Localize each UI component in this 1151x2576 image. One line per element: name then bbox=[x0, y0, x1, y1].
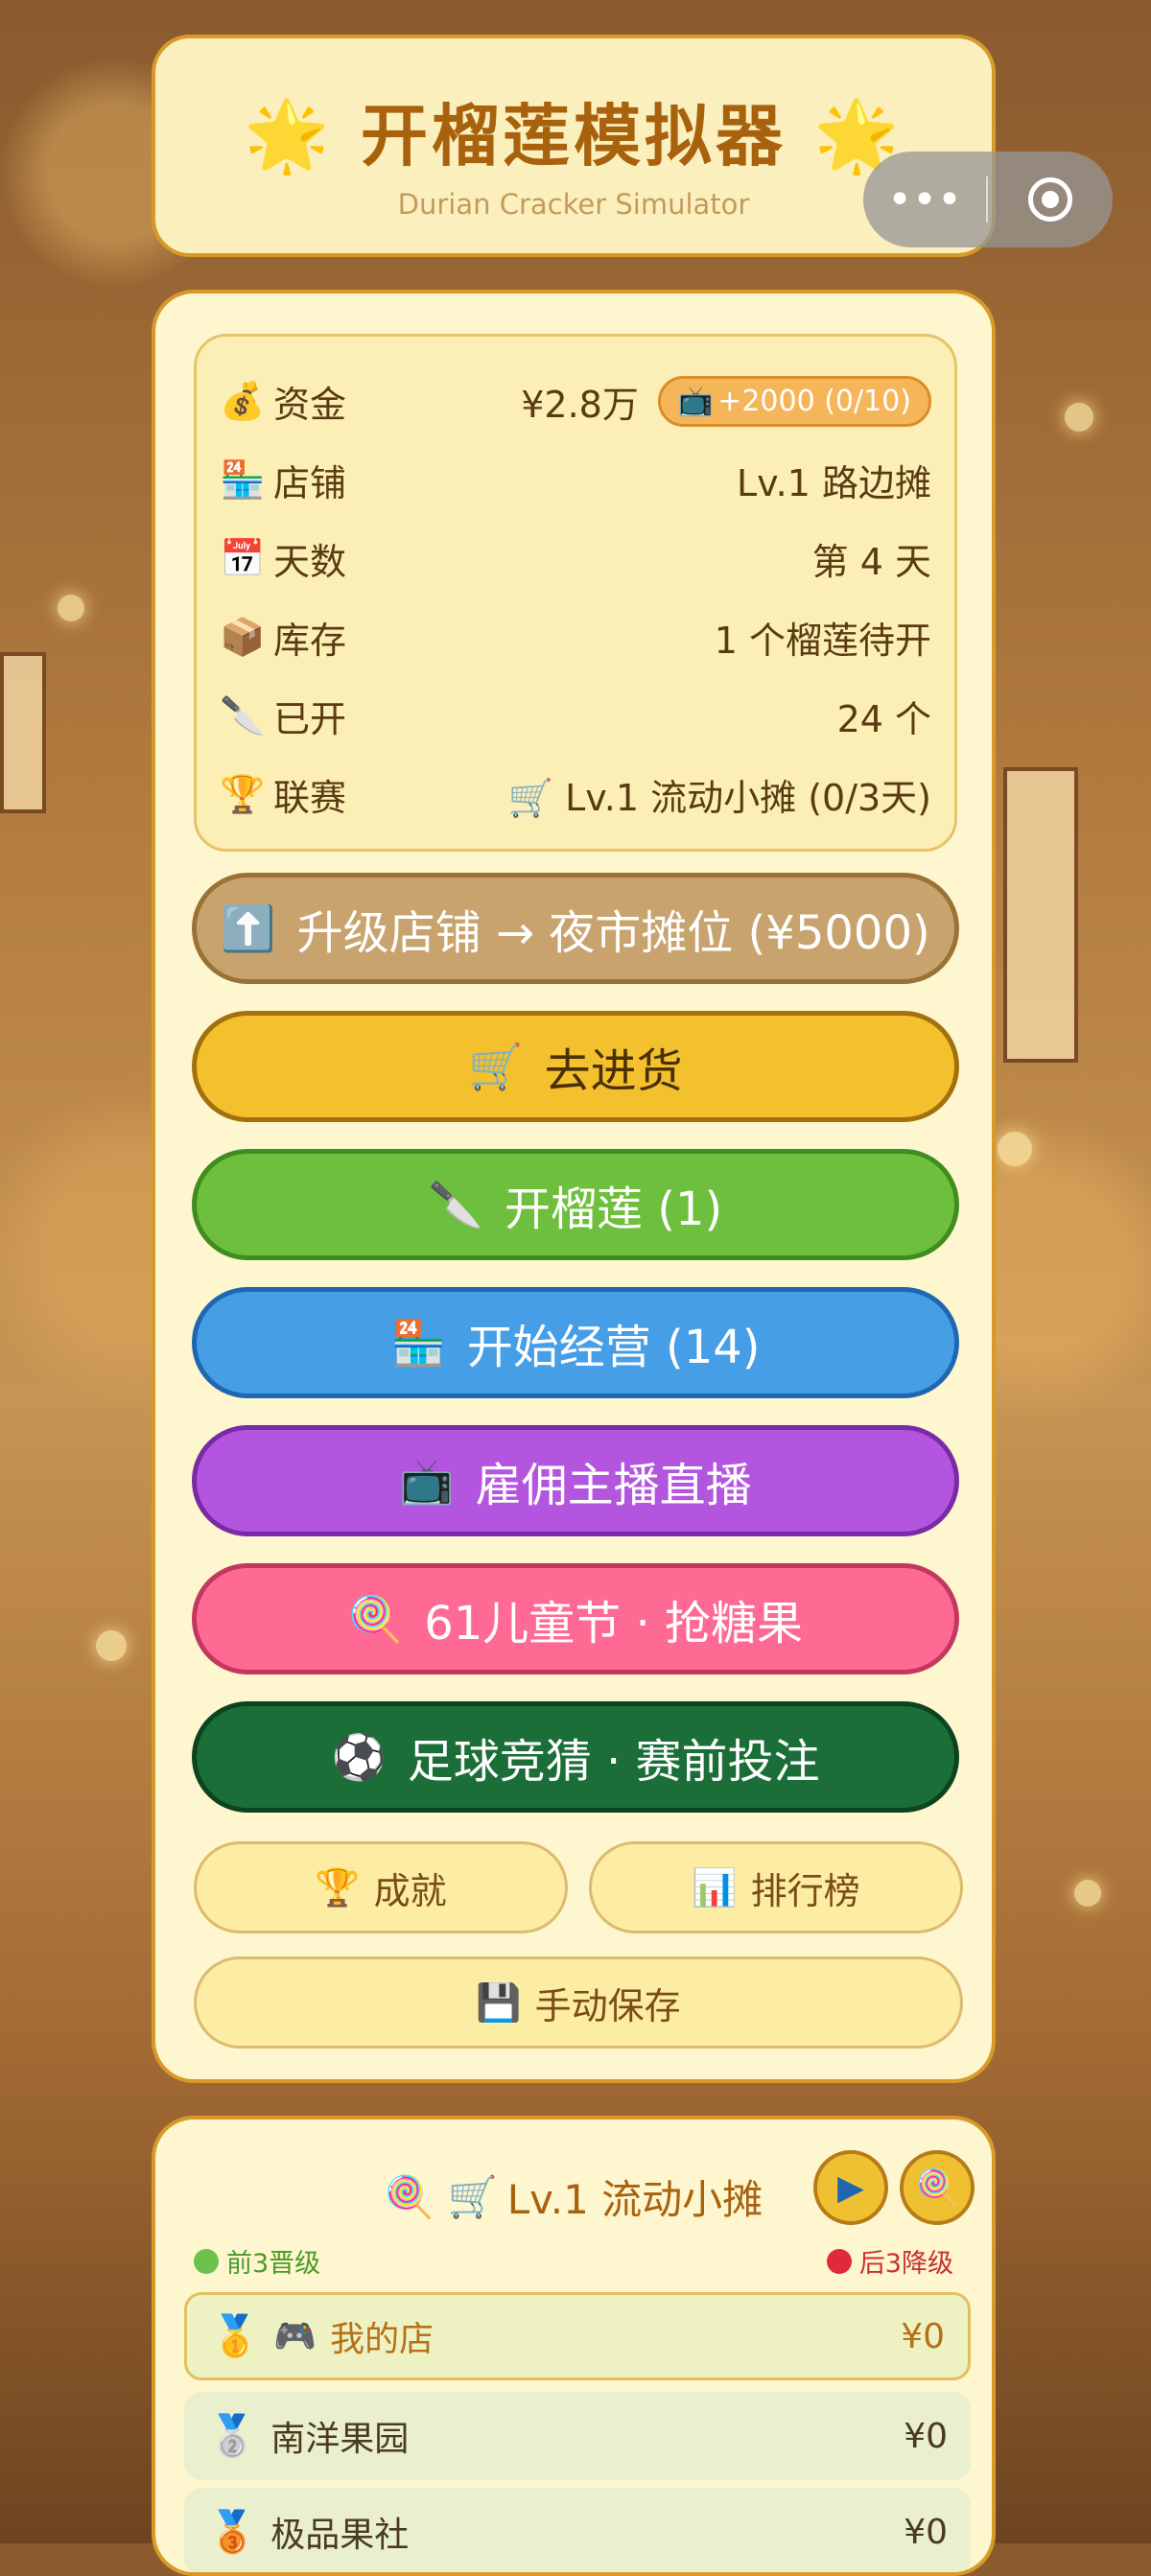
stat-row-inventory: 📦 库存 1 个榴莲待开 bbox=[220, 603, 931, 670]
money-bag-icon: 💰 bbox=[220, 379, 266, 422]
package-icon: 📦 bbox=[220, 615, 266, 658]
shop-name: 我的店 bbox=[330, 2320, 435, 2359]
silver-medal-icon: 🥈 bbox=[207, 2412, 258, 2459]
more-menu-button[interactable]: ••• bbox=[863, 152, 986, 247]
stat-value: 第 4 天 bbox=[811, 540, 931, 583]
button-label: 开始经营 (14) bbox=[466, 1321, 761, 1374]
stat-row-opened: 🔪 已开 24 个 bbox=[220, 682, 931, 749]
button-label: 足球竞猜 · 赛前投注 bbox=[407, 1735, 820, 1789]
demotion-legend: 后3降级 bbox=[826, 2242, 953, 2280]
stat-label: 已开 bbox=[273, 697, 347, 740]
button-label: 成就 bbox=[373, 1869, 447, 1912]
shop-amount: ¥0 bbox=[904, 2416, 948, 2456]
button-label: 手动保存 bbox=[534, 1984, 681, 2027]
lamp-light bbox=[1065, 403, 1093, 432]
shop-amount: ¥0 bbox=[901, 2316, 945, 2356]
stat-label: 天数 bbox=[273, 540, 347, 583]
up-arrow-icon: ⬆️ bbox=[221, 902, 276, 954]
store-icon: 🏪 bbox=[220, 457, 266, 501]
hire-streamer-button[interactable]: 📺 雇佣主播直播 bbox=[192, 1425, 959, 1536]
stat-value: ¥2.8万 bbox=[521, 383, 639, 426]
soccer-betting-button[interactable]: ⚽ 足球竞猜 · 赛前投注 bbox=[192, 1701, 959, 1813]
leaderboard-button[interactable]: 📊 排行榜 bbox=[589, 1841, 963, 1933]
stat-value: 24 个 bbox=[836, 697, 931, 740]
restock-button[interactable]: 🛒 去进货 bbox=[192, 1011, 959, 1122]
tv-icon: 📺 bbox=[677, 384, 715, 418]
stat-value: 1 个榴莲待开 bbox=[714, 619, 931, 662]
more-dots-icon: ••• bbox=[887, 175, 962, 224]
button-label: 开榴莲 (1) bbox=[505, 1183, 723, 1236]
star-icon: 🌟 bbox=[243, 95, 334, 176]
red-dot-icon bbox=[826, 2248, 852, 2274]
lollipop-cart-icon: 🍭 🛒 bbox=[384, 2172, 498, 2220]
league-row[interactable]: 🥉 极品果社 ¥0 bbox=[184, 2488, 971, 2572]
lamp-light bbox=[96, 1630, 127, 1661]
shop-sign bbox=[0, 652, 46, 813]
childrens-day-candy-button[interactable]: 🍭 61儿童节 · 抢糖果 bbox=[192, 1563, 959, 1674]
stat-row-league: 🏆 联赛 🛒 Lv.1 流动小摊 (0/3天) bbox=[220, 761, 931, 828]
miniprogram-capsule: ••• bbox=[863, 152, 1113, 247]
stat-label: 库存 bbox=[273, 619, 347, 662]
calendar-icon: 📅 bbox=[220, 536, 266, 579]
store-icon: 🏪 bbox=[390, 1316, 446, 1369]
stat-row-days: 📅 天数 第 4 天 bbox=[220, 525, 931, 592]
watch-ad-reward-button[interactable]: 📺 +2000 (0/10) bbox=[657, 375, 931, 427]
shop-name: 南洋果园 bbox=[270, 2420, 410, 2459]
soccer-ball-icon: ⚽ bbox=[331, 1730, 387, 1783]
manual-save-button[interactable]: 💾 手动保存 bbox=[194, 1956, 963, 2049]
achievements-button[interactable]: 🏆 成就 bbox=[194, 1841, 568, 1933]
league-row[interactable]: 🥇 🎮 我的店 ¥0 bbox=[184, 2292, 971, 2380]
lamp-light bbox=[1074, 1880, 1101, 1907]
ad-reward-label: +2000 (0/10) bbox=[717, 384, 911, 418]
league-row[interactable]: 🥈 南洋果园 ¥0 bbox=[184, 2392, 971, 2480]
lollipop-icon: 🍭 bbox=[915, 2168, 959, 2208]
lamp-light bbox=[58, 595, 84, 621]
main-panel: 💰 资金 ¥2.8万 📺 +2000 (0/10) 🏪 店铺 Lv.1 路边摊 📅 天… bbox=[152, 290, 996, 2083]
stat-value: 🛒 Lv.1 流动小摊 (0/3天) bbox=[507, 776, 931, 819]
bronze-medal-icon: 🥉 bbox=[207, 2508, 258, 2555]
start-business-button[interactable]: 🏪 开始经营 (14) bbox=[192, 1287, 959, 1398]
stat-label: 联赛 bbox=[273, 776, 347, 819]
trophy-icon: 🏆 bbox=[220, 772, 266, 815]
stat-label: 资金 bbox=[273, 383, 347, 426]
button-label: 排行榜 bbox=[750, 1869, 860, 1912]
lamp-light bbox=[998, 1132, 1032, 1166]
gold-medal-icon: 🥇 bbox=[210, 2312, 261, 2359]
demotion-text: 后3降级 bbox=[858, 2249, 953, 2279]
close-target-icon bbox=[1028, 177, 1072, 222]
button-label: 61儿童节 · 抢糖果 bbox=[424, 1597, 804, 1651]
cart-icon: 🛒 bbox=[468, 1040, 524, 1092]
upgrade-shop-button[interactable]: ⬆️ 升级店铺 → 夜市摊位 (¥5000) bbox=[192, 873, 959, 984]
lollipop-icon: 🍭 bbox=[347, 1592, 404, 1645]
candy-event-button[interactable]: 🍭 bbox=[900, 2150, 975, 2225]
knife-icon: 🔪 bbox=[428, 1178, 483, 1230]
knife-icon: 🔪 bbox=[220, 693, 266, 737]
stats-panel: 💰 资金 ¥2.8万 📺 +2000 (0/10) 🏪 店铺 Lv.1 路边摊 📅 天… bbox=[194, 334, 957, 852]
stat-row-funds: 💰 资金 ¥2.8万 📺 +2000 (0/10) bbox=[220, 367, 931, 434]
app-title-text: 开榴莲模拟器 bbox=[361, 97, 787, 176]
tv-icon: 📺 bbox=[399, 1454, 455, 1507]
stat-row-shop: 🏪 店铺 Lv.1 路边摊 bbox=[220, 446, 931, 513]
button-label: 去进货 bbox=[544, 1044, 683, 1098]
play-video-button[interactable]: ▶ bbox=[813, 2150, 888, 2225]
shop-amount: ¥0 bbox=[904, 2512, 948, 2552]
promotion-text: 前3晋级 bbox=[226, 2249, 321, 2279]
button-label: 雇佣主播直播 bbox=[475, 1459, 752, 1512]
league-panel: 🍭 🛒 Lv.1 流动小摊 ▶ 🍭 前3晋级 后3降级 🥇 🎮 我的店 ¥0 🥈… bbox=[152, 2116, 996, 2576]
shop-sign bbox=[1003, 767, 1078, 1063]
play-icon: ▶ bbox=[837, 2167, 864, 2208]
bar-chart-icon: 📊 bbox=[692, 1865, 738, 1909]
gamepad-icon: 🎮 bbox=[273, 2317, 317, 2356]
button-label: 升级店铺 → 夜市摊位 (¥5000) bbox=[296, 906, 930, 960]
green-dot-icon bbox=[194, 2248, 219, 2274]
close-miniprogram-button[interactable] bbox=[988, 152, 1113, 247]
floppy-disk-icon: 💾 bbox=[476, 1980, 522, 2024]
stat-value: Lv.1 路边摊 bbox=[736, 461, 931, 504]
trophy-icon: 🏆 bbox=[315, 1865, 361, 1909]
promotion-legend: 前3晋级 bbox=[194, 2242, 320, 2280]
open-durian-button[interactable]: 🔪 开榴莲 (1) bbox=[192, 1149, 959, 1260]
league-title-text: Lv.1 流动小摊 bbox=[506, 2176, 763, 2223]
shop-name: 极品果社 bbox=[270, 2516, 410, 2555]
stat-label: 店铺 bbox=[273, 461, 347, 504]
